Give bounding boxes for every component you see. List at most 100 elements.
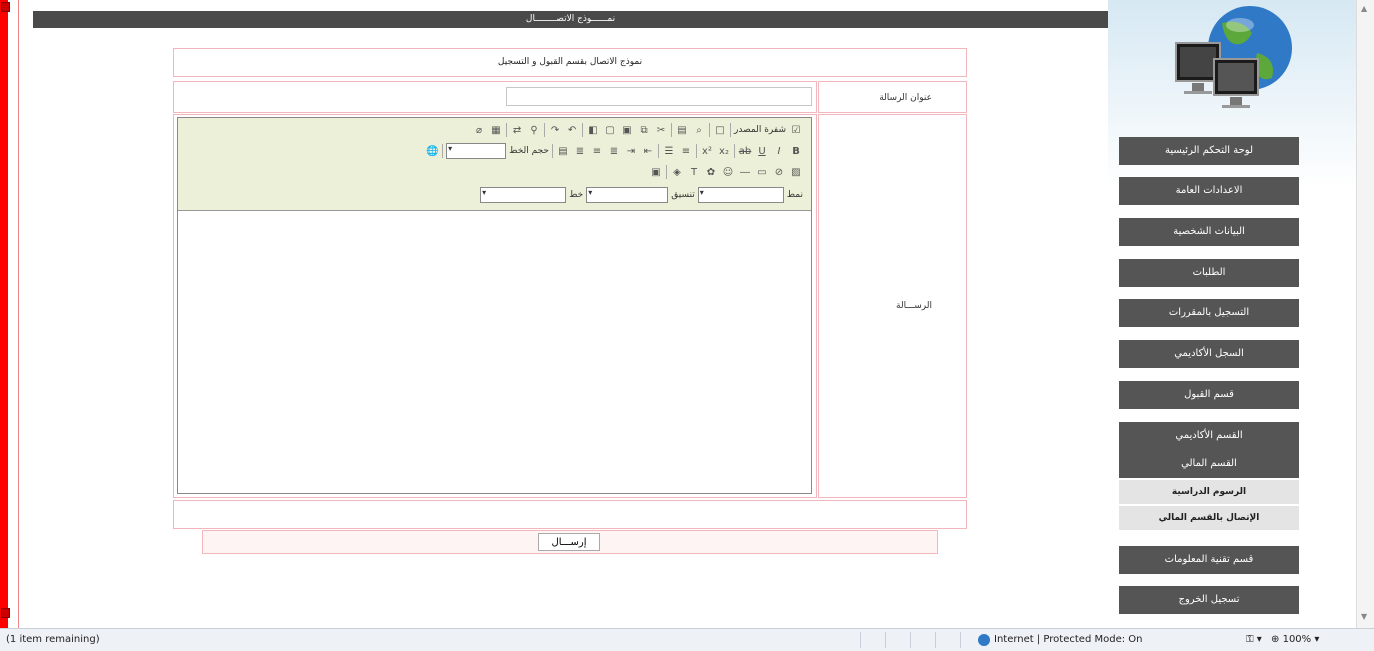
- maximize-icon[interactable]: ▣: [649, 165, 663, 179]
- select-all-icon[interactable]: ▦: [489, 123, 503, 137]
- computer-globe-logo: [1175, 6, 1292, 108]
- collapse-icon[interactable]: [1, 2, 10, 12]
- nav-course-registration[interactable]: التسجيل بالمقررات: [1119, 299, 1299, 327]
- scroll-down-icon[interactable]: ▼: [1361, 612, 1367, 621]
- subscript-icon[interactable]: x₂: [717, 144, 731, 158]
- toolbar-row-1: ☑ شفرة المصدر □ ⌕ ▤ ✂ ⧉ ▣ ▢ ◧ ↶ ↷ ⚲ ⇄ ▦ …: [472, 121, 803, 139]
- editor-content-area[interactable]: [178, 211, 811, 493]
- status-text: (1 item remaining): [6, 634, 100, 645]
- nav-academic-record[interactable]: السجل الأكاديمي: [1119, 340, 1299, 368]
- bg-color-icon[interactable]: ◈: [670, 165, 684, 179]
- zoom-control[interactable]: ⚿ ▾ ⊕ 100% ▾: [1246, 629, 1319, 651]
- toolbar-separator: [506, 123, 508, 137]
- expand-icon[interactable]: [1, 608, 10, 618]
- status-cells: [836, 632, 961, 648]
- nav-sub-tuition[interactable]: الرسوم الدراسية: [1119, 480, 1299, 504]
- smiley-icon[interactable]: ☺: [721, 165, 735, 179]
- source-icon[interactable]: ☑: [789, 123, 803, 137]
- subject-label-cell: عنوان الرسالة: [818, 81, 967, 113]
- nav-general-settings[interactable]: الاعدادات العامة: [1119, 177, 1299, 205]
- paste-text-icon[interactable]: ▢: [603, 123, 617, 137]
- toolbar-separator: [658, 144, 659, 158]
- superscript-icon[interactable]: x²: [700, 144, 714, 158]
- nav-it-dept[interactable]: قسم تقنية المعلومات: [1119, 546, 1299, 574]
- left-red-edge: [0, 0, 10, 628]
- toolbar-row-4: نمط تنسيق خط: [480, 186, 803, 204]
- preview-icon[interactable]: ⌕: [692, 123, 706, 137]
- format-select[interactable]: [586, 187, 669, 203]
- toolbar-separator: [442, 144, 444, 158]
- zoom-icon: ⊕: [1271, 634, 1280, 645]
- toolbar-row-2: B I U ab x₂ x² ≡ ☰ ⇤ ⇥ ≣ ≡ ≣ ▤ حجم الخط …: [425, 142, 803, 160]
- special-char-icon[interactable]: ✿: [704, 165, 718, 179]
- bold-icon[interactable]: B: [789, 144, 803, 158]
- paste-icon[interactable]: ▣: [620, 123, 634, 137]
- zoom-level[interactable]: 100%: [1283, 634, 1312, 645]
- table-icon[interactable]: ▭: [755, 165, 769, 179]
- message-label-cell: الرســـالة: [818, 114, 967, 498]
- toolbar-separator: [544, 123, 546, 137]
- remove-format-icon[interactable]: ⌀: [472, 123, 486, 137]
- left-divider: [18, 0, 19, 628]
- style-label: نمط: [786, 190, 803, 200]
- outdent-icon[interactable]: ⇤: [641, 144, 655, 158]
- image-icon[interactable]: ▨: [789, 165, 803, 179]
- format-label: تنسيق: [671, 190, 695, 200]
- internet-globe-icon: [978, 634, 990, 646]
- underline-icon[interactable]: U: [755, 144, 769, 158]
- redo-icon[interactable]: ↷: [548, 123, 562, 137]
- subject-label: عنوان الرسالة: [879, 93, 932, 103]
- font-size-select[interactable]: [446, 143, 507, 159]
- horizontal-rule-icon[interactable]: ―: [738, 165, 752, 179]
- align-right-icon[interactable]: ≣: [573, 144, 587, 158]
- source-button[interactable]: شفرة المصدر: [734, 125, 786, 135]
- subject-input[interactable]: [506, 87, 812, 106]
- nav-finance-dept[interactable]: القسم المالي: [1119, 450, 1299, 478]
- form-header-text: نموذج الاتصال بقسم القبول و التسجيل: [497, 57, 643, 67]
- flash-icon[interactable]: ⊘: [772, 165, 786, 179]
- style-select[interactable]: [697, 187, 784, 203]
- zoom-dropdown-icon[interactable]: ▾: [1314, 634, 1319, 645]
- nav-requests[interactable]: الطلبات: [1119, 259, 1299, 287]
- nav-sub-contact-finance[interactable]: الإتصال بالقسم المالي: [1119, 506, 1299, 530]
- protected-mode-icon[interactable]: ⚿ ▾: [1246, 634, 1262, 645]
- rich-text-editor[interactable]: ☑ شفرة المصدر □ ⌕ ▤ ✂ ⧉ ▣ ▢ ◧ ↶ ↷ ⚲ ⇄ ▦ …: [177, 117, 812, 494]
- strikethrough-icon[interactable]: ab: [738, 144, 752, 158]
- editor-toolbar: ☑ شفرة المصدر □ ⌕ ▤ ✂ ⧉ ▣ ▢ ◧ ↶ ↷ ⚲ ⇄ ▦ …: [178, 118, 811, 211]
- zone-text: Internet | Protected Mode: On: [994, 634, 1143, 645]
- font-select[interactable]: [480, 187, 567, 203]
- vertical-scrollbar[interactable]: ▲ ▼: [1356, 0, 1374, 628]
- template-icon[interactable]: ▤: [675, 123, 689, 137]
- numbered-list-icon[interactable]: ≡: [679, 144, 693, 158]
- nav-admission[interactable]: قسم القبول: [1119, 381, 1299, 409]
- nav-dashboard[interactable]: لوحة التحكم الرئيسية: [1119, 137, 1299, 165]
- copy-icon[interactable]: ⧉: [637, 123, 651, 137]
- nav-personal-data[interactable]: البيانات الشخصية: [1119, 218, 1299, 246]
- form-header-frame: نموذج الاتصال بقسم القبول و التسجيل: [173, 48, 967, 77]
- undo-icon[interactable]: ↶: [565, 123, 579, 137]
- toolbar-separator: [696, 144, 697, 158]
- align-justify-icon[interactable]: ▤: [556, 144, 570, 158]
- text-color-icon[interactable]: T: [687, 165, 701, 179]
- security-zone[interactable]: Internet | Protected Mode: On: [978, 629, 1142, 651]
- align-center-icon[interactable]: ≡: [590, 144, 604, 158]
- toolbar-separator: [730, 123, 732, 137]
- toolbar-separator: [666, 165, 667, 179]
- font-size-label: حجم الخط: [509, 146, 549, 156]
- globe-icon[interactable]: 🌐: [425, 144, 439, 158]
- align-left-icon[interactable]: ≣: [607, 144, 621, 158]
- nav-logout[interactable]: تسجيل الخروج: [1119, 586, 1299, 614]
- paste-word-icon[interactable]: ◧: [586, 123, 600, 137]
- toolbar-separator: [552, 144, 553, 158]
- find-icon[interactable]: ⚲: [527, 123, 541, 137]
- send-button[interactable]: إرســـال: [538, 533, 600, 551]
- italic-icon[interactable]: I: [772, 144, 786, 158]
- bulleted-list-icon[interactable]: ☰: [662, 144, 676, 158]
- cut-icon[interactable]: ✂: [654, 123, 668, 137]
- nav-academic-dept[interactable]: القسم الأكاديمي: [1119, 422, 1299, 450]
- scroll-up-icon[interactable]: ▲: [1361, 4, 1367, 13]
- indent-icon[interactable]: ⇥: [624, 144, 638, 158]
- toolbar-separator: [582, 123, 584, 137]
- new-page-icon[interactable]: □: [713, 123, 727, 137]
- replace-icon[interactable]: ⇄: [510, 123, 524, 137]
